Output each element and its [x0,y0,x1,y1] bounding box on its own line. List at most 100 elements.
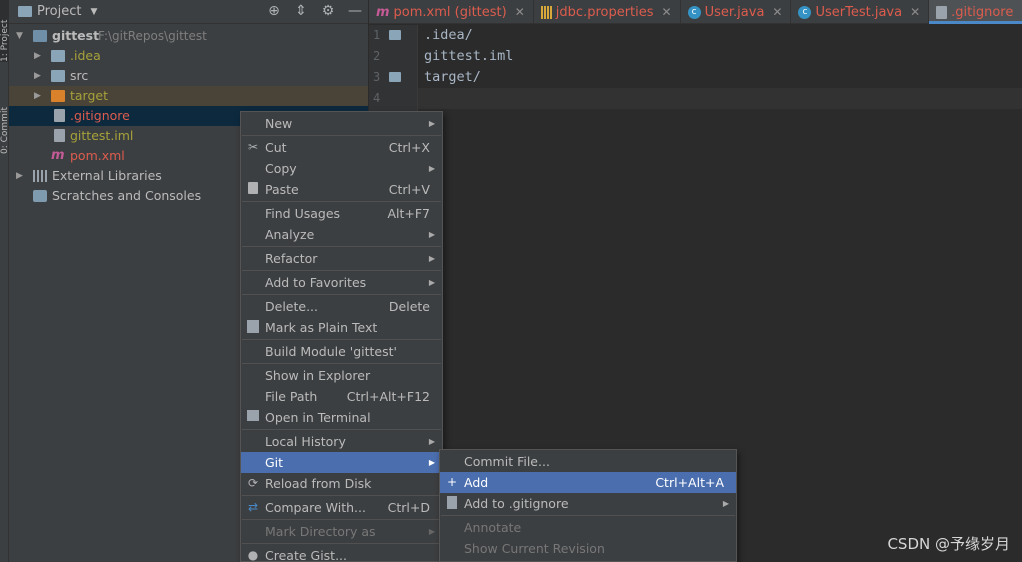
chevron-right-icon: ▶ [428,278,435,287]
tab-usertest-java[interactable]: c UserTest.java ✕ [791,0,930,24]
menu-item-build-module[interactable]: Build Module 'gittest' [241,341,442,362]
paste-icon [246,182,260,196]
project-tool-tab[interactable]: 1: Project [0,0,9,62]
menu-item-label: Mark Directory as [265,524,376,539]
shortcut-label: Alt+F7 [387,206,430,221]
tab-pom-xml[interactable]: m pom.xml (gittest) ✕ [369,0,534,24]
menu-item-label: Git [265,455,284,470]
menu-item-label: Analyze [265,227,315,242]
shortcut-label: Ctrl+Alt+F12 [346,389,430,404]
chevron-right-icon[interactable]: ▶ [16,166,23,186]
chevron-right-icon: ▶ [428,230,435,239]
maven-icon: m [51,148,65,163]
tree-item-label: .gitignore [70,108,130,123]
project-panel-header: Project ▼ ⊕ ⇕ ⚙ — [9,0,368,24]
code-content[interactable]: .idea/ gittest.iml target/ [424,25,513,109]
commit-tool-tab[interactable]: 0: Commit [0,92,9,154]
class-icon: c [687,5,701,19]
chevron-right-icon: ▶ [428,254,435,263]
tab-label: UserTest.java [815,4,903,20]
ide-window: 1: Project 0: Commit Project ▼ ⊕ ⇕ ⚙ — ▼… [0,0,1022,562]
chevron-down-icon[interactable]: ▼ [16,26,23,46]
tab-label: User.java [704,4,765,20]
tree-item-target[interactable]: ▶ target [9,86,368,106]
gitignore-icon [936,5,948,19]
menu-item-analyze[interactable]: Analyze ▶ [241,224,442,245]
shortcut-label: Ctrl+Alt+A [655,475,724,490]
chevron-right-icon[interactable]: ▶ [34,86,41,106]
git-submenu: Commit File... + Add Ctrl+Alt+A Add to .… [439,449,737,562]
line-number: 4 [373,91,381,105]
module-folder-icon [33,30,47,42]
menu-item-commit-file[interactable]: Commit File... [440,451,736,472]
menu-item-add-to-favorites[interactable]: Add to Favorites ▶ [241,272,442,293]
menu-separator [242,246,441,247]
chevron-right-icon: ▶ [428,437,435,446]
menu-item-mark-plain-text[interactable]: Mark as Plain Text [241,317,442,338]
menu-separator [441,515,735,516]
chevron-right-icon[interactable]: ▶ [34,46,41,66]
tree-item-label: gittest [52,28,100,43]
menu-item-reload-from-disk[interactable]: ⟳ Reload from Disk [241,473,442,494]
gear-icon[interactable]: ⚙ [321,3,335,20]
reload-icon: ⟳ [247,476,259,490]
menu-item-new[interactable]: New ▶ [241,113,442,134]
menu-item-label: Show Current Revision [464,541,605,556]
menu-item-add-to-gitignore[interactable]: Add to .gitignore ▶ [440,493,736,514]
tab-label: .gitignore [951,4,1014,20]
menu-item-copy[interactable]: Copy ▶ [241,158,442,179]
project-view-selector[interactable]: Project ▼ [18,4,97,19]
menu-separator [242,270,441,271]
menu-separator [242,363,441,364]
menu-item-cut[interactable]: ✂ Cut Ctrl+X [241,137,442,158]
tab-jdbc-properties[interactable]: jdbc.properties ✕ [534,0,681,24]
menu-item-delete[interactable]: Delete... Delete [241,296,442,317]
menu-item-open-terminal[interactable]: Open in Terminal [241,407,442,428]
menu-item-find-usages[interactable]: Find Usages Alt+F7 [241,203,442,224]
menu-item-paste[interactable]: Paste Ctrl+V [241,179,442,200]
close-icon[interactable]: ✕ [910,5,920,19]
tree-item-label: Scratches and Consoles [52,188,202,203]
close-icon[interactable]: ✕ [662,5,672,19]
close-icon[interactable]: ✕ [515,5,525,19]
menu-item-label: Reload from Disk [265,476,372,491]
tree-item-src[interactable]: ▶ src [9,66,368,86]
compare-icon: ⇄ [247,500,259,514]
collapse-all-icon[interactable]: ⇕ [294,3,308,20]
tab-user-java[interactable]: c User.java ✕ [681,0,792,24]
menu-item-refactor[interactable]: Refactor ▶ [241,248,442,269]
menu-item-compare-with[interactable]: ⇄ Compare With... Ctrl+D [241,497,442,518]
project-folder-icon [18,6,32,17]
class-icon: c [798,5,812,19]
chevron-right-icon: ▶ [722,499,729,508]
menu-item-mark-directory-as: Mark Directory as ▶ [241,521,442,542]
menu-item-file-path[interactable]: File Path Ctrl+Alt+F12 [241,386,442,407]
maven-icon: m [376,4,390,20]
menu-item-label: Find Usages [265,206,341,221]
github-icon: ● [247,548,259,562]
menu-item-show-in-explorer[interactable]: Show in Explorer [241,365,442,386]
tree-item-idea[interactable]: ▶ .idea [9,46,368,66]
tab-label: pom.xml (gittest) [393,4,507,20]
menu-item-create-gist[interactable]: ● Create Gist... [241,545,442,562]
code-line: gittest.iml [424,48,514,64]
tree-item-gittest[interactable]: ▼ gittest F:\gitRepos\gittest [9,26,368,46]
locate-icon[interactable]: ⊕ [267,3,281,20]
menu-item-git-add[interactable]: + Add Ctrl+Alt+A [440,472,736,493]
shortcut-label: Ctrl+V [388,182,430,197]
menu-item-git[interactable]: Git ▶ [241,452,442,473]
folder-icon [389,30,401,40]
tab-gitignore[interactable]: .gitignore ✕ [929,0,1022,24]
chevron-right-icon[interactable]: ▶ [34,66,41,86]
menu-item-label: Add [464,475,489,490]
hide-icon[interactable]: — [348,3,362,20]
menu-item-label: Delete... [265,299,318,314]
tool-window-stripe: 1: Project 0: Commit [0,0,9,562]
menu-item-label: New [265,116,293,131]
menu-item-label: Build Module 'gittest' [265,344,397,359]
close-icon[interactable]: ✕ [772,5,782,19]
tree-item-label: gittest.iml [70,128,134,143]
menu-item-local-history[interactable]: Local History ▶ [241,431,442,452]
chevron-right-icon: ▶ [428,164,435,173]
